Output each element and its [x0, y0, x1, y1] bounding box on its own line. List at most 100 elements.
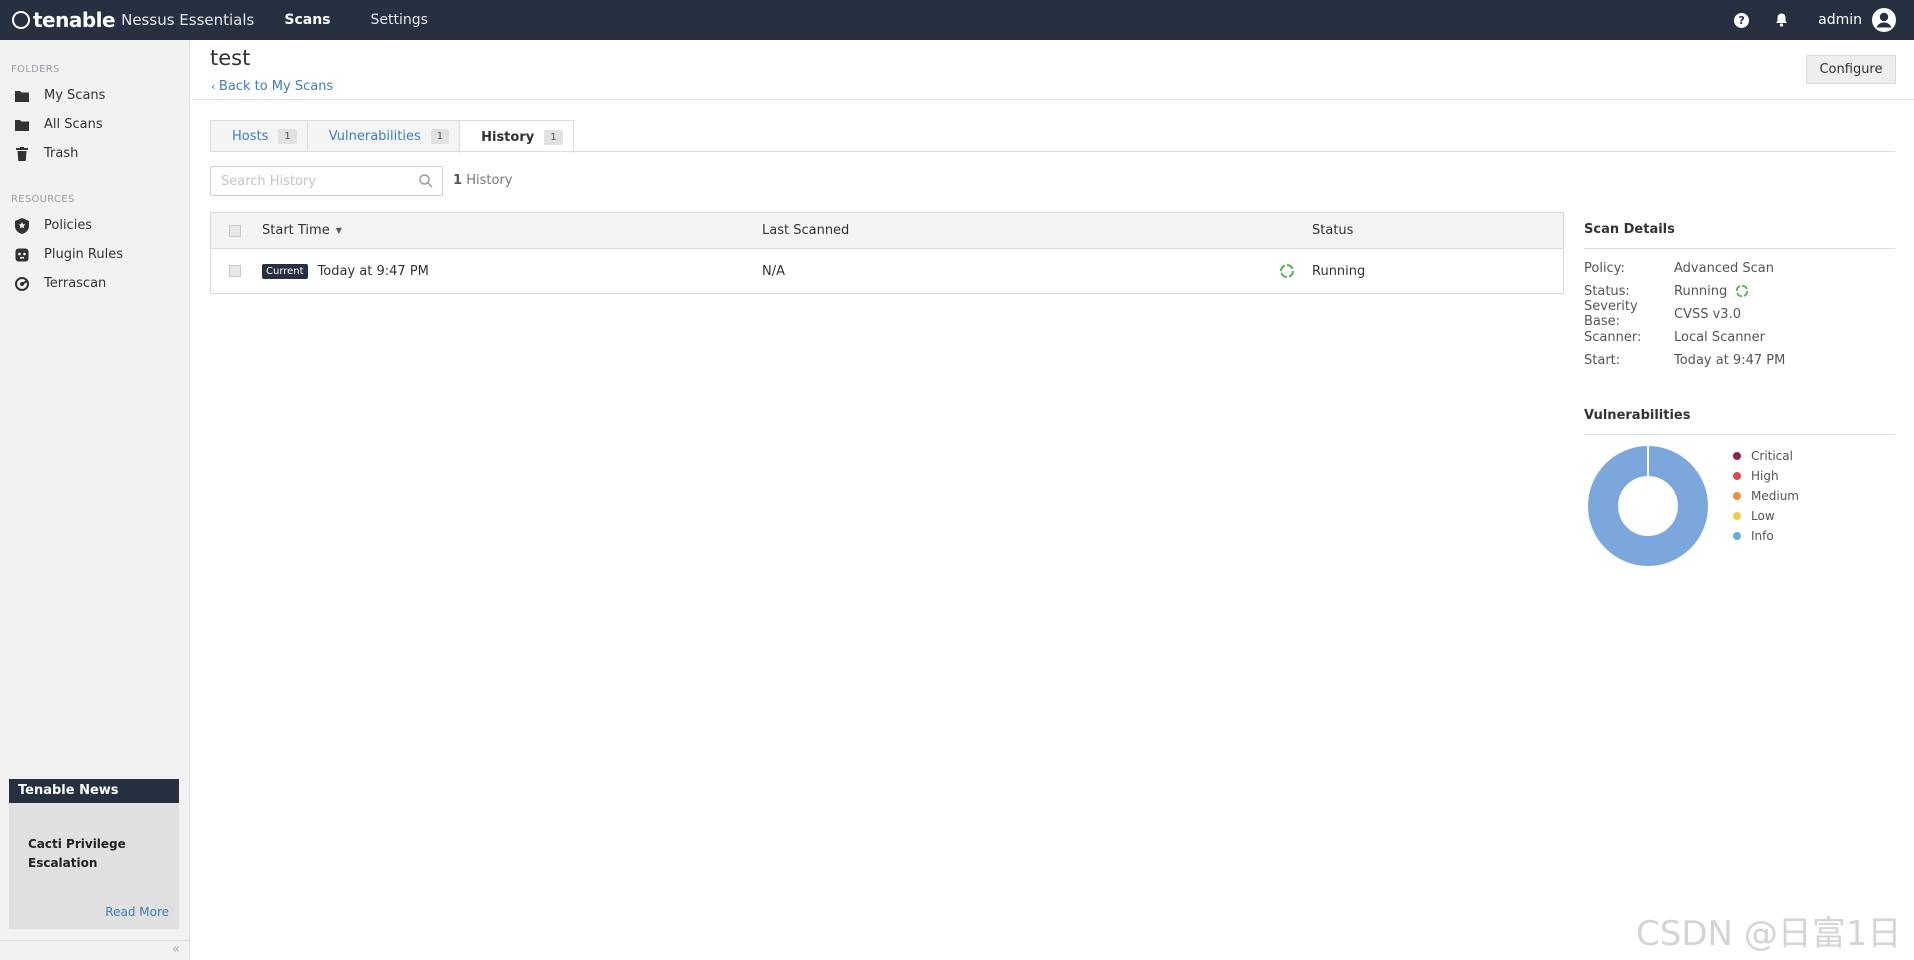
sidebar-item-terrascan[interactable]: Terrascan — [0, 269, 189, 298]
help-icon[interactable]: ? — [1734, 12, 1750, 28]
search-icon[interactable] — [419, 174, 433, 192]
start-time-value: Today at 9:47 PM — [317, 263, 429, 279]
detail-value: Today at 9:47 PM — [1674, 352, 1786, 368]
tab-history[interactable]: History 1 — [459, 120, 574, 153]
nav-scans[interactable]: Scans — [284, 12, 330, 28]
select-all-checkbox[interactable] — [229, 213, 241, 248]
tab-hosts[interactable]: Hosts 1 — [210, 120, 308, 152]
detail-key: Status: — [1584, 283, 1630, 299]
sidebar: FOLDERS My Scans All Scans Trash RESOURC… — [0, 40, 190, 960]
header-divider — [191, 99, 1914, 100]
legend-low[interactable]: Low — [1733, 508, 1775, 524]
detail-status: Status: Running — [1584, 281, 1749, 301]
scan-tabs: Hosts 1 Vulnerabilities 1 History 1 — [210, 120, 574, 153]
folder-icon — [14, 88, 30, 104]
legend-label: Medium — [1751, 489, 1799, 503]
top-nav: Scans Settings — [284, 0, 468, 40]
tab-label: Hosts — [232, 129, 269, 144]
detail-value: Local Scanner — [1674, 329, 1766, 345]
medium-dot-icon — [1733, 492, 1741, 500]
tab-count-badge: 1 — [544, 129, 563, 145]
top-bar: tenable Nessus Essentials Scans Settings… — [0, 0, 1914, 40]
legend-medium[interactable]: Medium — [1733, 488, 1799, 504]
csdn-watermark: CSDN @日富1日 — [1636, 914, 1902, 954]
row-checkbox[interactable] — [229, 249, 241, 293]
info-dot-icon — [1733, 532, 1741, 540]
sidebar-collapse-bar[interactable]: « — [0, 940, 190, 960]
scan-details-divider — [1584, 248, 1895, 249]
legend-label: High — [1751, 469, 1779, 483]
tenable-logo[interactable]: tenable Nessus Essentials — [12, 0, 254, 40]
top-right-controls: ? admin — [1734, 0, 1896, 40]
detail-key: Scanner: — [1584, 329, 1642, 345]
search-history-box — [210, 166, 443, 196]
sidebar-item-trash[interactable]: Trash — [0, 139, 189, 168]
vulnerabilities-donut-chart[interactable] — [1588, 446, 1708, 566]
detail-scanner: Scanner: Local Scanner — [1584, 327, 1765, 347]
detail-key: Severity Base: — [1584, 299, 1638, 329]
detail-value: CVSS v3.0 — [1674, 306, 1741, 322]
legend-label: Low — [1751, 509, 1775, 523]
legend-high[interactable]: High — [1733, 468, 1779, 484]
detail-start: Start: Today at 9:47 PM — [1584, 350, 1785, 370]
plug-icon — [14, 247, 30, 263]
detail-value: Advanced Scan — [1674, 260, 1774, 276]
sidebar-item-label: Trash — [44, 146, 79, 161]
legend-info[interactable]: Info — [1733, 528, 1774, 544]
scan-details-heading: Scan Details — [1584, 222, 1675, 237]
detail-severity-base: Severity Base: CVSS v3.0 — [1584, 299, 1741, 329]
sidebar-item-policies[interactable]: Policies — [0, 211, 189, 240]
tab-label: History — [481, 129, 535, 145]
terrascan-icon — [14, 276, 30, 292]
tab-count-badge: 1 — [430, 129, 450, 144]
logo-brand: tenable — [33, 8, 116, 32]
column-header-status[interactable]: Status — [1312, 213, 1353, 248]
running-spinner-icon — [1279, 249, 1295, 293]
collapse-chevron-icon[interactable]: « — [172, 942, 180, 957]
donut-gap — [1647, 446, 1649, 476]
tenable-news-widget: Tenable News Cacti Privilege Escalation … — [9, 779, 179, 929]
history-count: 1 History — [453, 173, 512, 188]
sidebar-item-label: Terrascan — [44, 276, 107, 291]
history-table: Start Time ▼ Last Scanned Status Current… — [210, 212, 1564, 294]
tabs-divider — [210, 151, 1895, 152]
back-to-my-scans-link[interactable]: ‹ Back to My Scans — [211, 79, 333, 94]
nav-settings[interactable]: Settings — [371, 12, 428, 28]
vulnerabilities-heading: Vulnerabilities — [1584, 408, 1691, 423]
news-article-title[interactable]: Cacti Privilege Escalation — [9, 803, 179, 873]
sidebar-item-plugin-rules[interactable]: Plugin Rules — [0, 240, 189, 269]
sidebar-item-my-scans[interactable]: My Scans — [0, 81, 189, 110]
vulnerabilities-divider — [1584, 434, 1895, 435]
column-header-last-scanned[interactable]: Last Scanned — [762, 213, 849, 248]
detail-status-value: Running — [1674, 283, 1728, 299]
sidebar-item-all-scans[interactable]: All Scans — [0, 110, 189, 139]
history-count-number: 1 — [453, 173, 463, 188]
sidebar-item-label: Policies — [44, 218, 93, 233]
tab-vulnerabilities[interactable]: Vulnerabilities 1 — [306, 120, 461, 152]
back-link-label: Back to My Scans — [218, 79, 334, 94]
column-header-start-time[interactable]: Start Time ▼ — [262, 213, 342, 248]
user-avatar-icon[interactable] — [1872, 8, 1896, 32]
tab-count-badge: 1 — [278, 129, 297, 144]
legend-critical[interactable]: Critical — [1733, 448, 1793, 464]
critical-dot-icon — [1733, 452, 1741, 460]
legend-label: Critical — [1751, 449, 1793, 463]
news-heading: Tenable News — [9, 779, 179, 803]
configure-button[interactable]: Configure — [1806, 55, 1896, 84]
detail-policy: Policy: Advanced Scan — [1584, 258, 1774, 278]
search-history-input[interactable] — [221, 167, 416, 195]
detail-key: Start: — [1584, 352, 1621, 368]
chevron-left-icon: ‹ — [211, 80, 219, 93]
start-time-cell: Current Today at 9:47 PM — [262, 249, 429, 293]
tab-label: Vulnerabilities — [328, 129, 421, 144]
sidebar-item-label: Plugin Rules — [44, 247, 123, 262]
notifications-bell-icon[interactable] — [1775, 13, 1788, 27]
user-menu-name[interactable]: admin — [1818, 12, 1862, 28]
table-header: Start Time ▼ Last Scanned Status — [211, 213, 1563, 249]
resources-section-label: RESOURCES — [11, 194, 75, 205]
logo-product: Nessus Essentials — [121, 11, 255, 29]
last-scanned-cell: N/A — [762, 263, 785, 279]
news-read-more-link[interactable]: Read More — [105, 905, 169, 919]
legend-label: Info — [1751, 529, 1774, 543]
table-row[interactable]: Current Today at 9:47 PM N/A Running — [211, 249, 1563, 293]
